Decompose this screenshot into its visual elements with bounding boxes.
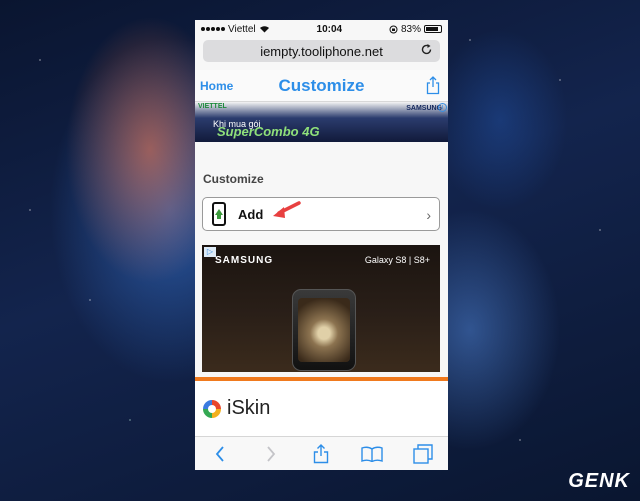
safari-toolbar	[195, 436, 448, 470]
ad-brand-right: SAMSUNG	[406, 105, 442, 112]
top-advertisement[interactable]: VIETTEL SAMSUNG i Khi mua gói SuperCombo…	[195, 102, 448, 142]
ad-brand-left: VIETTEL	[198, 103, 227, 110]
home-back-link[interactable]: Home	[200, 79, 233, 93]
chevron-right-icon	[267, 445, 276, 462]
phone-product-image	[292, 289, 356, 371]
battery-icon	[424, 25, 442, 33]
carrier-label: Viettel	[228, 23, 256, 35]
phone-screen: Viettel 10:04 83% iempty.tooliphone.net …	[195, 20, 448, 470]
status-left: Viettel	[201, 24, 270, 35]
navigation-bar: Home Customize	[195, 70, 448, 102]
battery-percent: 83%	[400, 23, 421, 35]
iskin-name: iSkin	[227, 397, 271, 419]
ad-text-line2: SuperCombo 4G	[217, 124, 320, 139]
clock: 10:04	[316, 23, 343, 35]
samsung-banner-ad[interactable]: ▷ SAMSUNG Galaxy S8 | S8+	[202, 245, 440, 372]
status-right: 83%	[389, 24, 442, 35]
forward-button[interactable]	[257, 440, 285, 468]
phone-download-icon	[212, 202, 226, 226]
address-bar[interactable]: iempty.tooliphone.net	[203, 40, 440, 62]
genk-watermark: GENK	[568, 470, 630, 492]
red-arrow-annotation-icon	[273, 201, 301, 218]
tabs-button[interactable]	[409, 440, 437, 468]
iskin-bottom-ad[interactable]: iSkin	[195, 381, 448, 436]
back-button[interactable]	[206, 440, 234, 468]
banner-model: Galaxy S8 | S8+	[364, 255, 430, 265]
book-icon	[361, 446, 383, 462]
orientation-lock-icon	[389, 25, 398, 33]
share-icon	[314, 443, 329, 463]
tabs-icon	[412, 443, 433, 464]
add-label: Add	[238, 206, 264, 222]
chevron-left-icon	[216, 445, 224, 462]
add-profile-button[interactable]: Add ›	[202, 197, 440, 231]
url-text: iempty.tooliphone.net	[260, 43, 383, 59]
share-icon[interactable]	[426, 76, 440, 95]
banner-brand: SAMSUNG	[215, 255, 274, 266]
section-heading: Customize	[203, 172, 264, 186]
iskin-logo-icon	[203, 399, 221, 418]
bookmarks-button[interactable]	[358, 440, 386, 468]
share-button[interactable]	[307, 440, 335, 468]
chevron-right-icon: ›	[426, 207, 431, 223]
wifi-icon	[259, 26, 269, 33]
reload-icon[interactable]	[420, 43, 433, 56]
ad-info-icon[interactable]: i	[438, 103, 447, 112]
status-bar: Viettel 10:04 83%	[195, 20, 448, 38]
signal-icon	[201, 27, 225, 31]
